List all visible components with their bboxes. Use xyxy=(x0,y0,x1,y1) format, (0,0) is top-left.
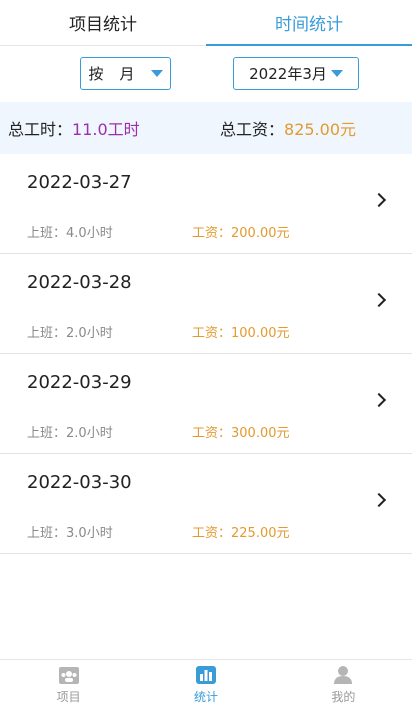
list-item[interactable]: 2022-03-30 上班：3.0小时 工资：225.00元 xyxy=(0,454,412,554)
row-work-hours: 上班：3.0小时 xyxy=(27,526,113,541)
row-wage: 工资：225.00元 xyxy=(192,526,290,541)
row-work-hours: 上班：2.0小时 xyxy=(27,326,113,341)
daily-list: 2022-03-27 上班：4.0小时 工资：200.00元 2022-03-2… xyxy=(0,154,412,554)
nav-label: 统计 xyxy=(193,689,218,704)
tab-label: 时间统计 xyxy=(275,15,343,35)
row-date: 2022-03-30 xyxy=(27,472,132,493)
tab-project-stats[interactable]: 项目统计 xyxy=(0,0,206,45)
nav-label: 我的 xyxy=(331,689,356,704)
caret-down-icon xyxy=(150,70,163,77)
chevron-right-icon xyxy=(371,192,387,208)
row-wage: 工资：200.00元 xyxy=(192,226,290,241)
chevron-right-icon xyxy=(371,292,387,308)
period-unit-dropdown[interactable]: 按月 xyxy=(80,57,171,90)
nav-item-mine[interactable]: 我的 xyxy=(275,660,412,709)
total-hours: 总工时：11.0工时 xyxy=(8,116,140,140)
tab-label: 项目统计 xyxy=(69,15,137,35)
summary-bar: 总工时：11.0工时 总工资：825.00元 xyxy=(0,102,412,154)
month-value: 2022年3月 xyxy=(249,65,327,83)
period-unit-value: 按月 xyxy=(88,65,151,83)
stats-icon xyxy=(195,665,216,684)
top-tabs: 项目统计 时间统计 xyxy=(0,0,412,46)
total-wage-label: 总工资： xyxy=(220,120,285,139)
caret-down-icon xyxy=(330,70,343,77)
row-work-hours: 上班：4.0小时 xyxy=(27,226,113,241)
chevron-right-icon xyxy=(371,392,387,408)
nav-item-project[interactable]: 项目 xyxy=(0,660,137,709)
tab-time-stats[interactable]: 时间统计 xyxy=(206,0,412,46)
nav-label: 项目 xyxy=(56,689,81,704)
filter-bar: 按月 2022年3月 xyxy=(0,46,412,102)
bottom-nav: 项目 统计 我的 xyxy=(0,659,412,709)
row-date: 2022-03-27 xyxy=(27,172,132,193)
project-icon xyxy=(58,666,79,684)
total-wage-value: 825.00元 xyxy=(284,120,357,139)
row-work-hours: 上班：2.0小时 xyxy=(27,426,113,441)
row-wage: 工资：100.00元 xyxy=(192,326,290,341)
total-hours-label: 总工时： xyxy=(8,120,73,139)
row-wage: 工资：300.00元 xyxy=(192,426,290,441)
list-item[interactable]: 2022-03-27 上班：4.0小时 工资：200.00元 xyxy=(0,154,412,254)
total-hours-value: 11.0工时 xyxy=(72,120,140,139)
list-item[interactable]: 2022-03-29 上班：2.0小时 工资：300.00元 xyxy=(0,354,412,454)
chevron-right-icon xyxy=(371,492,387,508)
month-dropdown[interactable]: 2022年3月 xyxy=(233,57,359,90)
user-icon xyxy=(334,665,353,684)
nav-item-stats[interactable]: 统计 xyxy=(137,660,274,709)
list-item[interactable]: 2022-03-28 上班：2.0小时 工资：100.00元 xyxy=(0,254,412,354)
total-wage: 总工资：825.00元 xyxy=(220,116,356,140)
row-date: 2022-03-28 xyxy=(27,272,132,293)
row-date: 2022-03-29 xyxy=(27,372,132,393)
